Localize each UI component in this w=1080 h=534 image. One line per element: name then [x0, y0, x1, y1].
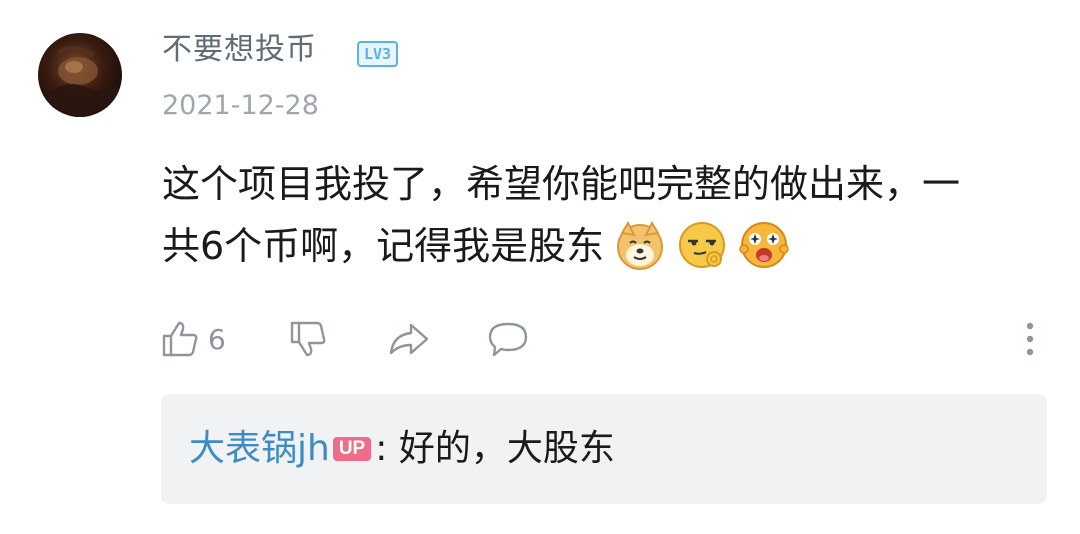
comment-card: 不要想投币 LV3 2021-12-28 这个项目我投了，希望你能吧完整的做出来…	[0, 0, 1080, 534]
share-icon	[389, 323, 429, 355]
share-button[interactable]	[387, 315, 431, 363]
reply-username[interactable]: 大表锅jh	[189, 428, 330, 469]
avatar-image	[38, 46, 122, 117]
reply-separator: :	[375, 428, 399, 469]
reply-button[interactable]	[486, 315, 530, 363]
level-badge: LV3	[357, 41, 399, 67]
comment-actions: 6	[160, 315, 1040, 363]
doge-emoji-icon	[617, 220, 664, 270]
avatar[interactable]	[38, 33, 122, 117]
reply-text: 好的，大股东	[398, 428, 615, 469]
like-count: 6	[208, 322, 226, 356]
comment-content: 这个项目我投了，希望你能吧完整的做出来，一 共6个币啊，记得我是股东	[162, 153, 1052, 277]
reply-line: 大表锅jh UP: 好的，大股东	[189, 424, 615, 474]
starry-eyed-emoji-icon	[739, 222, 789, 268]
more-options-button[interactable]	[1018, 318, 1042, 362]
comment-username[interactable]: 不要想投币	[162, 30, 317, 70]
comment-text-line-2: 共6个币啊，记得我是股东	[162, 215, 1052, 277]
up-badge: UP	[332, 437, 372, 461]
reply-preview-box[interactable]: 大表锅jh UP: 好的，大股东	[161, 394, 1047, 504]
comment-text-line-2-text: 共6个币啊，记得我是股东	[162, 224, 605, 268]
vertical-dots-icon	[1026, 322, 1034, 356]
thumbs-up-icon	[162, 321, 198, 357]
comment-text-line-1: 这个项目我投了，希望你能吧完整的做出来，一	[162, 162, 961, 206]
smirk-ok-emoji-icon	[679, 222, 726, 268]
thumbs-down-icon	[290, 321, 326, 357]
like-button[interactable]: 6	[160, 315, 226, 363]
dislike-button[interactable]	[288, 315, 328, 363]
comment-bubble-icon	[488, 322, 528, 357]
comment-date: 2021-12-28	[162, 90, 319, 121]
